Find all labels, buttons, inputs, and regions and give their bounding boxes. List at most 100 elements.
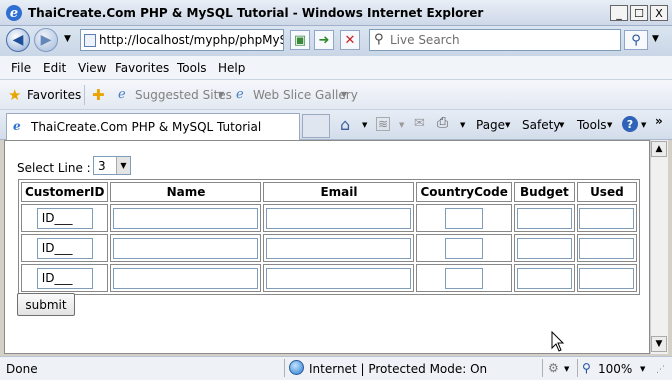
title-bar: e ThaiCreate.Com PHP & MySQL Tutorial - …	[0, 0, 672, 26]
name-input[interactable]	[113, 267, 259, 289]
zoom-dropdown-icon[interactable]: ▼	[640, 365, 645, 373]
name-input[interactable]	[113, 237, 259, 259]
address-bar[interactable]: http://localhost/myphp/phpMySQ	[80, 29, 284, 51]
security-zone[interactable]: Internet | Protected Mode: On	[309, 362, 487, 376]
add-favorite-icon[interactable]: ✚	[92, 86, 105, 104]
table-cell	[110, 204, 262, 232]
table-cell	[513, 264, 575, 292]
name-input[interactable]	[113, 207, 259, 229]
email-input[interactable]	[266, 207, 412, 229]
customer-id-input[interactable]: ID___	[36, 237, 93, 259]
budget-input[interactable]	[516, 237, 572, 259]
email-input[interactable]	[266, 237, 412, 259]
menu-bar: File Edit View Favorites Tools Help	[0, 56, 672, 80]
help-dropdown-icon[interactable]: ▼	[641, 121, 646, 129]
compatibility-icon: ▣	[293, 32, 307, 48]
table-cell	[263, 264, 415, 292]
zoom-icon: ⚲	[582, 361, 591, 375]
menu-favorites[interactable]: Favorites	[115, 61, 169, 75]
search-button[interactable]: ⚲	[624, 30, 648, 50]
tab-active[interactable]: e ThaiCreate.Com PHP & MySQL Tutorial	[6, 113, 300, 140]
ie-logo-icon: e	[6, 5, 22, 21]
submit-button[interactable]: submit	[17, 293, 75, 316]
table-row: ID___	[21, 204, 637, 232]
favorites-button[interactable]: Favorites	[27, 88, 81, 102]
budget-input[interactable]	[516, 207, 572, 229]
menu-view[interactable]: View	[78, 61, 106, 75]
divider	[284, 359, 285, 377]
minimize-button[interactable]: _	[610, 5, 628, 21]
country-code-input[interactable]	[445, 237, 484, 259]
email-input[interactable]	[266, 267, 412, 289]
favorites-star-icon: ★	[8, 86, 22, 104]
stop-icon: ✕	[344, 32, 356, 48]
recent-pages-dropdown-icon[interactable]: ▼	[64, 34, 71, 44]
go-arrow-icon: ➜	[318, 32, 330, 48]
print-icon[interactable]: ⎙	[437, 115, 448, 131]
chevron-down-icon: ▼	[116, 157, 130, 174]
resize-grip-icon[interactable]: ⋰	[656, 365, 665, 375]
menu-tools[interactable]: Tools	[177, 61, 207, 75]
go-button[interactable]: ➜	[314, 30, 334, 50]
read-mail-icon[interactable]: ✉	[414, 116, 425, 131]
page-dropdown-icon[interactable]: ▼	[505, 121, 510, 129]
protected-mode-icon[interactable]: ⚙	[548, 361, 559, 375]
country-code-input[interactable]	[445, 207, 484, 229]
menu-file[interactable]: File	[11, 61, 31, 75]
column-header: Budget	[513, 182, 575, 202]
suggested-sites-dropdown-icon[interactable]: ▼	[218, 90, 224, 99]
back-button[interactable]: ◀	[6, 28, 30, 52]
used-input[interactable]	[579, 267, 635, 289]
restore-button[interactable]: ☐	[630, 5, 648, 21]
divider	[84, 85, 85, 105]
table-row: ID___	[21, 264, 637, 292]
safety-menu[interactable]: Safety	[522, 118, 560, 132]
table-cell	[576, 264, 637, 292]
menu-edit[interactable]: Edit	[43, 61, 66, 75]
feeds-dropdown-icon[interactable]: ▼	[399, 121, 404, 129]
used-input[interactable]	[579, 207, 635, 229]
table-cell	[110, 264, 262, 292]
table-cell: ID___	[21, 264, 109, 292]
scroll-down-icon[interactable]: ▼	[651, 336, 667, 352]
country-code-input[interactable]	[445, 267, 484, 289]
home-icon[interactable]: ⌂	[340, 115, 350, 134]
menu-help[interactable]: Help	[218, 61, 245, 75]
customer-id-input[interactable]: ID___	[36, 207, 93, 229]
zoom-level[interactable]: 100%	[598, 362, 632, 376]
search-options-dropdown-icon[interactable]: ▼	[652, 34, 659, 44]
page-menu[interactable]: Page	[476, 118, 505, 132]
magnifier-icon: ⚲	[631, 32, 641, 48]
column-header: Name	[110, 182, 262, 202]
used-input[interactable]	[579, 237, 635, 259]
table-cell	[263, 234, 415, 262]
feeds-icon[interactable]: ≋	[376, 117, 390, 131]
vertical-scrollbar[interactable]: ▲ ▼	[650, 140, 668, 354]
table-cell	[416, 264, 512, 292]
chevron-more-icon[interactable]: »	[655, 114, 663, 128]
search-input[interactable]: ⚲ Live Search	[369, 29, 621, 51]
tools-menu[interactable]: Tools	[577, 118, 607, 132]
new-tab-button[interactable]	[302, 114, 330, 138]
tab-command-bar: e ThaiCreate.Com PHP & MySQL Tutorial ⌂ …	[0, 110, 672, 140]
table-cell	[263, 204, 415, 232]
tools-dropdown-icon[interactable]: ▼	[607, 121, 612, 129]
help-icon[interactable]: ?	[622, 116, 638, 132]
divider	[577, 359, 578, 377]
table-cell	[576, 234, 637, 262]
scroll-up-icon[interactable]: ▲	[651, 141, 667, 157]
stop-button[interactable]: ✕	[340, 30, 360, 50]
forward-button[interactable]: ▶	[34, 28, 58, 52]
customer-id-input[interactable]: ID___	[36, 267, 93, 289]
safety-dropdown-icon[interactable]: ▼	[559, 121, 564, 129]
compatibility-view-button[interactable]: ▣	[290, 30, 310, 50]
print-dropdown-icon[interactable]: ▼	[460, 121, 465, 129]
address-toolbar: ◀ ▶ ▼ http://localhost/myphp/phpMySQ ▣ ➜…	[0, 26, 672, 56]
select-line-dropdown[interactable]: 3 ▼	[93, 156, 131, 175]
home-dropdown-icon[interactable]: ▼	[362, 121, 367, 129]
close-button[interactable]: X	[650, 5, 668, 21]
web-slice-dropdown-icon[interactable]: ▼	[341, 90, 347, 99]
column-header: CountryCode	[416, 182, 512, 202]
budget-input[interactable]	[516, 267, 572, 289]
zone-dropdown-icon[interactable]: ▼	[564, 365, 569, 373]
